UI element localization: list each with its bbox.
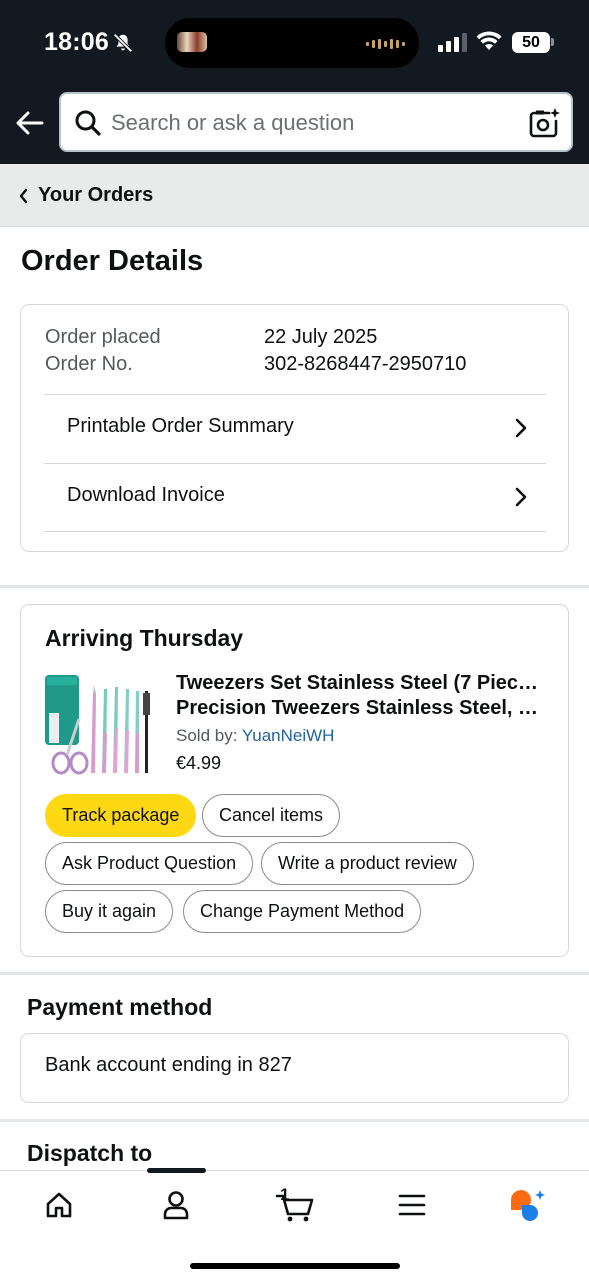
track-package-button[interactable]: Track package	[45, 794, 197, 837]
wifi-icon	[476, 31, 502, 50]
battery-tip	[551, 38, 554, 46]
home-indicator	[190, 1263, 400, 1269]
now-playing-thumbnail	[177, 32, 207, 52]
section-divider	[0, 972, 589, 975]
nav-cart[interactable]: 1	[263, 1185, 327, 1225]
back-arrow-icon[interactable]	[14, 108, 46, 138]
section-divider	[0, 585, 589, 588]
ask-product-question-button[interactable]: Ask Product Question	[45, 842, 254, 885]
printable-order-summary-label: Printable Order Summary	[67, 415, 294, 437]
dynamic-island	[165, 18, 419, 68]
sold-by: Sold by: YuanNeiWH	[176, 726, 334, 746]
dispatch-to-title: Dispatch to	[27, 1140, 153, 1166]
account-icon	[163, 1191, 189, 1220]
order-placed-value: 22 July 2025	[264, 326, 378, 348]
cancel-items-button[interactable]: Cancel items	[202, 794, 341, 837]
shipment-card: Arriving Thursday Tweezers Set Stainless…	[20, 604, 569, 957]
download-invoice-label: Download Invoice	[67, 484, 225, 506]
search-bar[interactable]	[59, 92, 573, 152]
product-title[interactable]: Tweezers Set Stainless Steel (7 Pieces),…	[176, 671, 548, 721]
order-number-label: Order No.	[45, 353, 133, 375]
app-header: 18:06 50	[0, 0, 589, 164]
cellular-signal-icon	[438, 32, 467, 52]
bottom-navigation: 1	[0, 1168, 589, 1280]
home-icon	[46, 1192, 72, 1218]
sold-by-label: Sold by:	[176, 726, 238, 745]
status-time: 18:06	[44, 28, 109, 56]
order-placed-label: Order placed	[45, 326, 161, 348]
page-title: Order Details	[21, 245, 204, 277]
delivery-status: Arriving Thursday	[45, 625, 244, 651]
download-invoice-link[interactable]: Download Invoice	[44, 463, 546, 532]
write-review-button[interactable]: Write a product review	[261, 842, 474, 885]
payment-method-card: Bank account ending in 827	[20, 1033, 569, 1103]
product-price: €4.99	[176, 753, 222, 773]
audio-waveform-icon	[366, 39, 405, 49]
rufus-assistant-icon	[511, 1190, 545, 1221]
chevron-left-icon	[19, 188, 28, 204]
nav-rufus[interactable]	[498, 1185, 558, 1225]
active-tab-indicator	[147, 1168, 206, 1173]
product-title-line-1: Tweezers Set Stainless Steel (7 Pieces),	[176, 672, 548, 694]
battery-indicator: 50	[512, 32, 550, 53]
breadcrumb[interactable]: Your Orders	[0, 164, 589, 227]
section-divider	[0, 1119, 589, 1122]
nav-account[interactable]	[146, 1185, 206, 1225]
payment-method-value: Bank account ending in 827	[45, 1054, 292, 1076]
camera-search-icon[interactable]	[527, 106, 561, 140]
payment-method-title: Payment method	[27, 994, 213, 1020]
chevron-right-icon	[515, 418, 527, 438]
bell-muted-icon	[113, 33, 133, 53]
buy-it-again-button[interactable]: Buy it again	[45, 890, 174, 933]
nav-home[interactable]	[29, 1185, 89, 1225]
search-input[interactable]	[111, 104, 511, 142]
order-number-value: 302-8268447-2950710	[264, 353, 467, 375]
menu-icon	[398, 1194, 426, 1216]
chevron-right-icon	[515, 487, 527, 507]
order-summary-card: Order placed 22 July 2025 Order No. 302-…	[20, 304, 569, 552]
change-payment-method-button[interactable]: Change Payment Method	[183, 890, 422, 933]
cart-count-badge: 1	[280, 1185, 290, 1204]
product-title-line-2: Precision Tweezers Stainless Steel, E...	[176, 697, 548, 719]
nav-menu[interactable]	[382, 1185, 442, 1225]
printable-order-summary-link[interactable]: Printable Order Summary	[44, 394, 546, 463]
search-icon	[75, 110, 101, 136]
breadcrumb-label[interactable]: Your Orders	[38, 184, 153, 207]
product-image[interactable]	[45, 673, 153, 777]
seller-link[interactable]: YuanNeiWH	[242, 726, 335, 745]
